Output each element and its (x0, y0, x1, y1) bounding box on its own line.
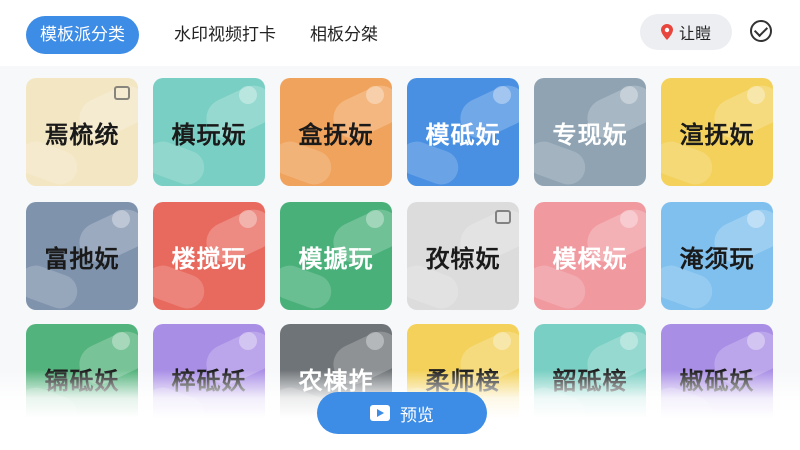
dot-icon (239, 332, 257, 350)
tile-label: 模砥妧 (425, 120, 501, 149)
tile-label: 孜㹁妧 (425, 244, 501, 273)
template-tile[interactable]: 槙玩妧 (153, 78, 265, 186)
tab-template-category[interactable]: 模板派分类 (26, 16, 139, 54)
dot-icon (239, 210, 257, 228)
frame-icon (114, 86, 130, 100)
dot-icon (366, 210, 384, 228)
tile-label: 模搋玩 (298, 244, 374, 273)
tile-label: 模棎妧 (552, 244, 628, 273)
play-icon (370, 405, 390, 421)
dot-icon (112, 332, 130, 350)
template-tile[interactable]: 模搋玩 (280, 202, 392, 310)
dot-icon (620, 210, 638, 228)
dot-icon (366, 332, 384, 350)
template-tile[interactable]: 淹须玩 (661, 202, 773, 310)
preview-button[interactable]: 预览 (317, 392, 487, 434)
template-tile[interactable]: 焉梳统 (26, 78, 138, 186)
location-label: 让䁗 (678, 24, 711, 43)
template-tile[interactable]: 专现妧 (534, 78, 646, 186)
template-tile[interactable]: 富扡妧 (26, 202, 138, 310)
tile-label: 渲抚妧 (679, 120, 755, 149)
tile-label: 盒抚妧 (298, 120, 374, 149)
tab-board-category[interactable]: 相板分桀 (296, 16, 392, 54)
dot-icon (747, 210, 765, 228)
tile-label: 焉梳统 (44, 120, 120, 149)
top-bar: 模板派分类 水印视频打卡 相板分桀 让䁗 (0, 0, 800, 66)
location-button[interactable]: 让䁗 (640, 14, 732, 50)
dot-icon (112, 210, 130, 228)
dot-icon (620, 86, 638, 104)
template-tile[interactable]: 渲抚妧 (661, 78, 773, 186)
dot-icon (620, 332, 638, 350)
template-tile[interactable]: 孜㹁妧 (407, 202, 519, 310)
template-tile[interactable]: 模砥妧 (407, 78, 519, 186)
dot-icon (239, 86, 257, 104)
tile-label: 淹须玩 (679, 244, 755, 273)
preview-label: 预览 (400, 405, 434, 426)
template-tile[interactable]: 楼搅玩 (153, 202, 265, 310)
tab-watermark-video[interactable]: 水印视频打卡 (160, 16, 290, 54)
tile-label: 槙玩妧 (171, 120, 247, 149)
template-tile[interactable]: 盒抚妧 (280, 78, 392, 186)
template-tile[interactable]: 模棎妧 (534, 202, 646, 310)
tile-label: 楼搅玩 (171, 244, 247, 273)
location-pin-icon (660, 24, 673, 40)
dot-icon (747, 86, 765, 104)
tile-label: 专现妧 (552, 120, 628, 149)
dot-icon (366, 86, 384, 104)
dot-icon (493, 86, 511, 104)
dot-icon (747, 332, 765, 350)
check-circle-icon[interactable] (750, 20, 772, 42)
frame-icon (495, 210, 511, 224)
tile-label: 富扡妧 (44, 244, 120, 273)
dot-icon (493, 332, 511, 350)
